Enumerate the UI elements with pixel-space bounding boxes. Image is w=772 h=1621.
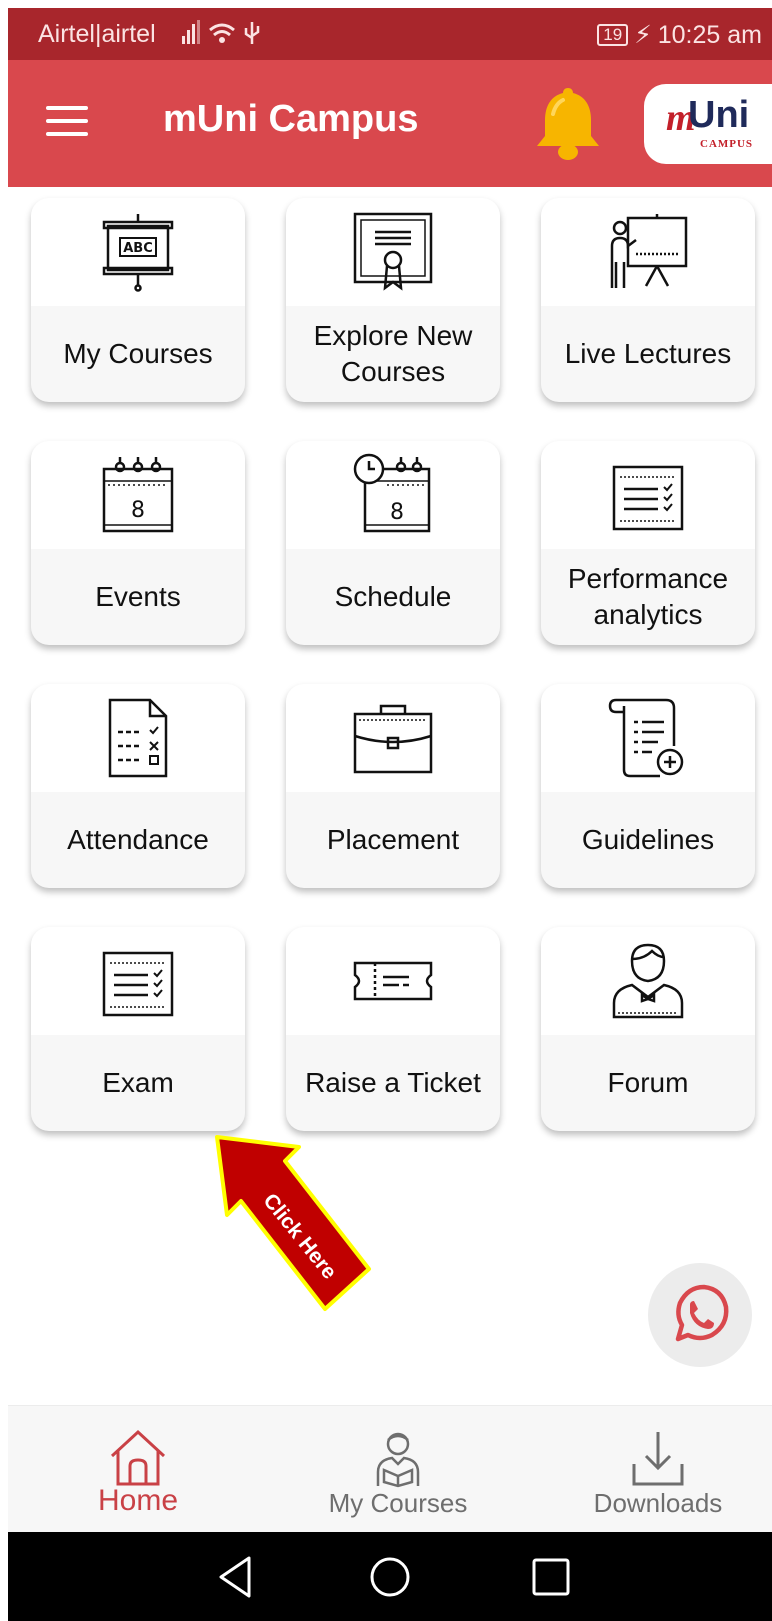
click-here-arrow-annotation: Click Here [215,1135,371,1311]
battery-icon: 19 [597,24,629,46]
home-circle-icon[interactable] [367,1554,413,1600]
whatsapp-icon [675,1284,729,1342]
tile-performance-analytics[interactable]: Performance analytics [541,441,755,645]
tile-label: Raise a Ticket [305,1067,481,1098]
tile-events[interactable]: 8 Events [31,441,245,645]
svg-text:8: 8 [390,500,404,525]
exam-checklist-icon [102,951,174,1017]
briefcase-icon [353,704,433,774]
bottom-navigation: Home My Courses Downloads [8,1405,772,1532]
tile-explore-new-courses[interactable]: Explore New Courses [286,198,500,402]
calendar-clock-icon: 8 [353,453,431,533]
clock: 10:25 am [657,20,762,49]
logo-uni: Uni [688,94,750,136]
nav-label: Downloads [593,1488,723,1518]
tile-label: Placement [326,824,460,855]
status-bar: Airtel|airtel 19 ⚡ 10:25 am [8,8,772,60]
tile-label: My Courses [63,338,213,369]
tile-label: Performance analytics [567,563,729,630]
certificate-icon [353,212,433,291]
nav-my-courses[interactable]: My Courses [298,1406,498,1533]
tile-live-lectures[interactable]: Live Lectures [541,198,755,402]
tile-my-courses[interactable]: ABC My Courses [31,198,245,402]
logo-campus: CAMPUS [700,138,754,150]
tile-label: Forum [607,1067,689,1098]
svg-text:8: 8 [131,498,145,523]
tile-label: Events [95,581,181,612]
back-icon[interactable] [213,1554,259,1600]
tile-label: Attendance [67,824,209,855]
attendance-sheet-icon [108,698,168,778]
tile-label: Schedule [334,581,452,612]
carrier-name: Airtel|airtel [38,20,156,48]
tile-guidelines[interactable]: Guidelines [541,684,755,888]
hamburger-menu-icon[interactable] [46,106,88,138]
presenter-icon [610,214,688,288]
download-icon [632,1432,684,1486]
abc-board-icon: ABC [102,214,174,292]
signal-wifi-usb-icon [180,18,270,55]
tile-label: Live Lectures [564,338,732,369]
app-bar: mUni Campus m Uni CAMPUS [8,60,772,187]
muni-campus-logo: m Uni CAMPUS [644,84,772,164]
system-navigation-bar [8,1532,772,1621]
nav-label: Home [97,1484,179,1517]
tile-label: Guidelines [581,824,715,855]
tile-exam[interactable]: Exam [31,927,245,1131]
tile-label: Exam [102,1067,174,1098]
home-icon [110,1429,166,1486]
ticket-icon [353,961,433,1001]
whatsapp-button[interactable] [648,1263,752,1367]
app-title: mUni Campus [163,98,419,140]
svg-text:ABC: ABC [123,241,153,256]
status-right: 19 ⚡ 10:25 am [597,20,762,50]
tile-placement[interactable]: Placement [286,684,500,888]
tile-raise-a-ticket[interactable]: Raise a Ticket [286,927,500,1131]
nav-home[interactable]: Home [38,1406,238,1533]
scroll-icon [608,698,684,778]
tile-schedule[interactable]: 8 Schedule [286,441,500,645]
phone-screen: Airtel|airtel 19 ⚡ 10:25 am mUni Campus [8,8,772,1621]
tile-forum[interactable]: Forum [541,927,755,1131]
tile-attendance[interactable]: Attendance [31,684,245,888]
calendar-icon: 8 [102,457,174,533]
student-icon [376,1432,420,1488]
nav-downloads[interactable]: Downloads [558,1406,758,1533]
notification-bell-icon[interactable] [533,84,603,164]
charging-icon: ⚡ [634,21,652,49]
checklist-icon [612,465,684,531]
nav-label: My Courses [328,1488,468,1518]
tile-label: Explore New Courses [313,320,473,387]
recents-square-icon[interactable] [528,1554,574,1600]
user-forum-icon [612,943,684,1019]
